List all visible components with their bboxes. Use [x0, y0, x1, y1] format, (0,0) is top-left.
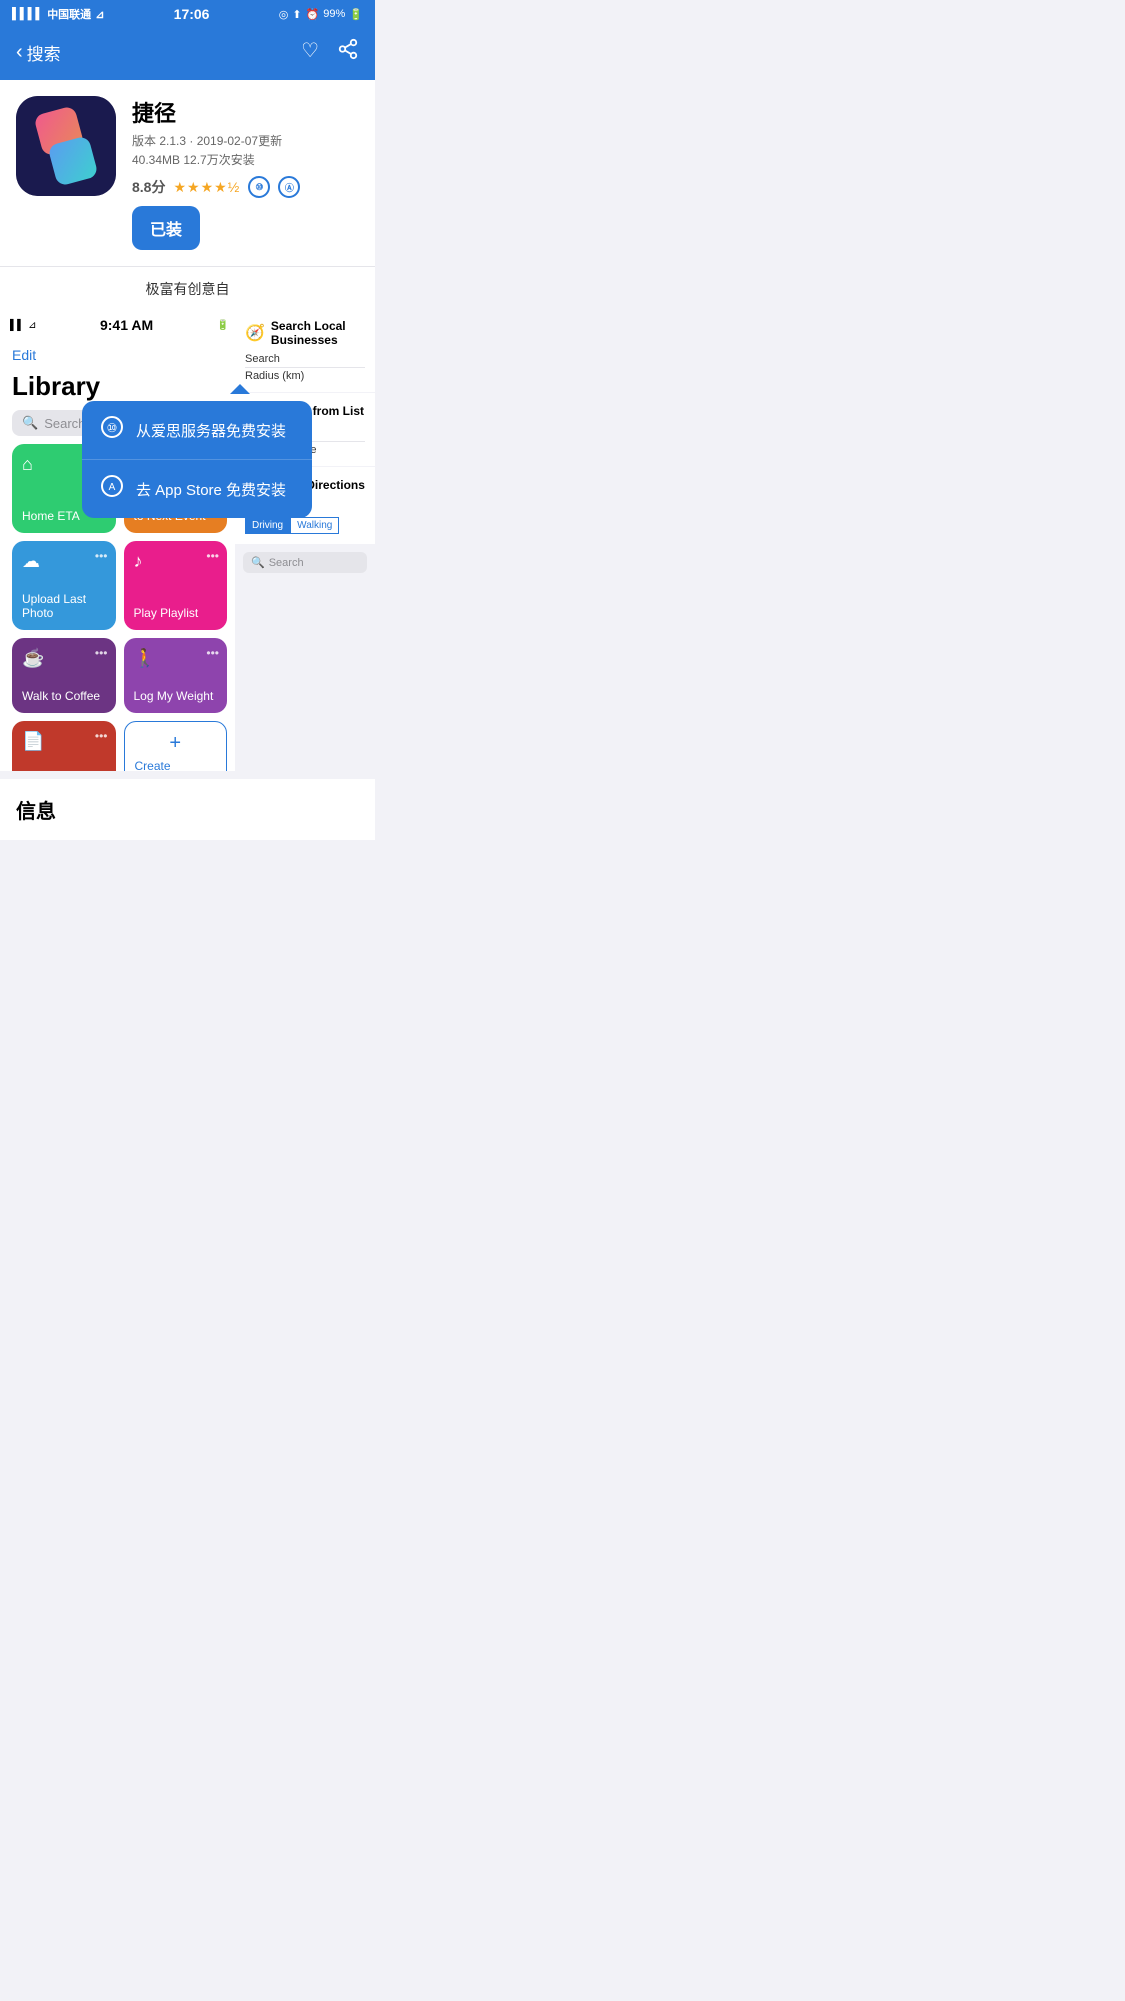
- app-info-section: 捷径 版本 2.1.3 · 2019-02-07更新 40.34MB 12.7万…: [0, 80, 375, 266]
- info-section: 信息: [0, 779, 375, 840]
- app-details: 捷径 版本 2.1.3 · 2019-02-07更新 40.34MB 12.7万…: [132, 96, 359, 250]
- back-button[interactable]: ‹ 搜索: [16, 40, 61, 65]
- info-title: 信息: [16, 801, 56, 823]
- popup-aisi-label: 从爱思服务器免费安装: [136, 420, 286, 441]
- rating-stars: ★★★★½: [173, 179, 240, 196]
- status-time: 17:06: [174, 6, 210, 22]
- favorite-icon[interactable]: ♡: [301, 38, 319, 66]
- signal-icon: ▌▌▌▌: [12, 8, 43, 20]
- status-battery: ◎ ⬆ ⏰ 99% 🔋: [279, 8, 363, 21]
- popup-overlay: ⑩ 从爱思服务器免费安装 A 去 App Store 免费安装: [0, 311, 375, 771]
- popup-aisi-icon: ⑩: [100, 415, 124, 445]
- popup-install-aisi[interactable]: ⑩ 从爱思服务器免费安装: [82, 401, 312, 460]
- app-rating-row: 8.8分 ★★★★½ ⑩ Ⓐ: [132, 176, 359, 198]
- wifi-icon: ⊿: [95, 8, 104, 21]
- svg-text:A: A: [109, 482, 116, 493]
- status-bar: ▌▌▌▌ 中国联通 ⊿ 17:06 ◎ ⬆ ⏰ 99% 🔋: [0, 0, 375, 28]
- popup-appstore-icon: A: [100, 474, 124, 504]
- app-icon: [16, 96, 116, 196]
- popup-arrow: [230, 384, 250, 394]
- app-version: 版本 2.1.3 · 2019-02-07更新: [132, 132, 359, 149]
- screenshot-area: ▌▌ ⊿ 9:41 AM 🔋 Edit Library 🔍 Search •••…: [0, 311, 375, 771]
- share-icon[interactable]: [337, 38, 359, 66]
- back-label[interactable]: 搜索: [27, 40, 61, 65]
- back-chevron-icon: ‹: [16, 41, 23, 64]
- popup-menu: ⑩ 从爱思服务器免费安装 A 去 App Store 免费安装: [82, 401, 312, 518]
- arrow-icon: ⬆: [292, 8, 301, 21]
- badge-iu: ⑩: [248, 176, 270, 198]
- app-name: 捷径: [132, 96, 359, 128]
- badge-appstore: Ⓐ: [278, 176, 300, 198]
- nav-bar: ‹ 搜索 ♡: [0, 28, 375, 80]
- popup-install-appstore[interactable]: A 去 App Store 免费安装: [82, 460, 312, 518]
- battery-icon: 🔋: [349, 8, 363, 21]
- status-carrier: ▌▌▌▌ 中国联通 ⊿: [12, 6, 104, 22]
- app-description: 极富有创意自: [0, 266, 375, 311]
- rating-score: 8.8分: [132, 177, 165, 197]
- popup-appstore-label: 去 App Store 免费安装: [136, 479, 286, 500]
- location-icon: ◎: [279, 8, 289, 21]
- nav-actions: ♡: [301, 38, 359, 66]
- app-size: 40.34MB 12.7万次安装: [132, 151, 359, 168]
- alarm-icon: ⏰: [306, 8, 320, 21]
- install-button[interactable]: 已装: [132, 206, 200, 250]
- svg-text:⑩: ⑩: [107, 421, 118, 435]
